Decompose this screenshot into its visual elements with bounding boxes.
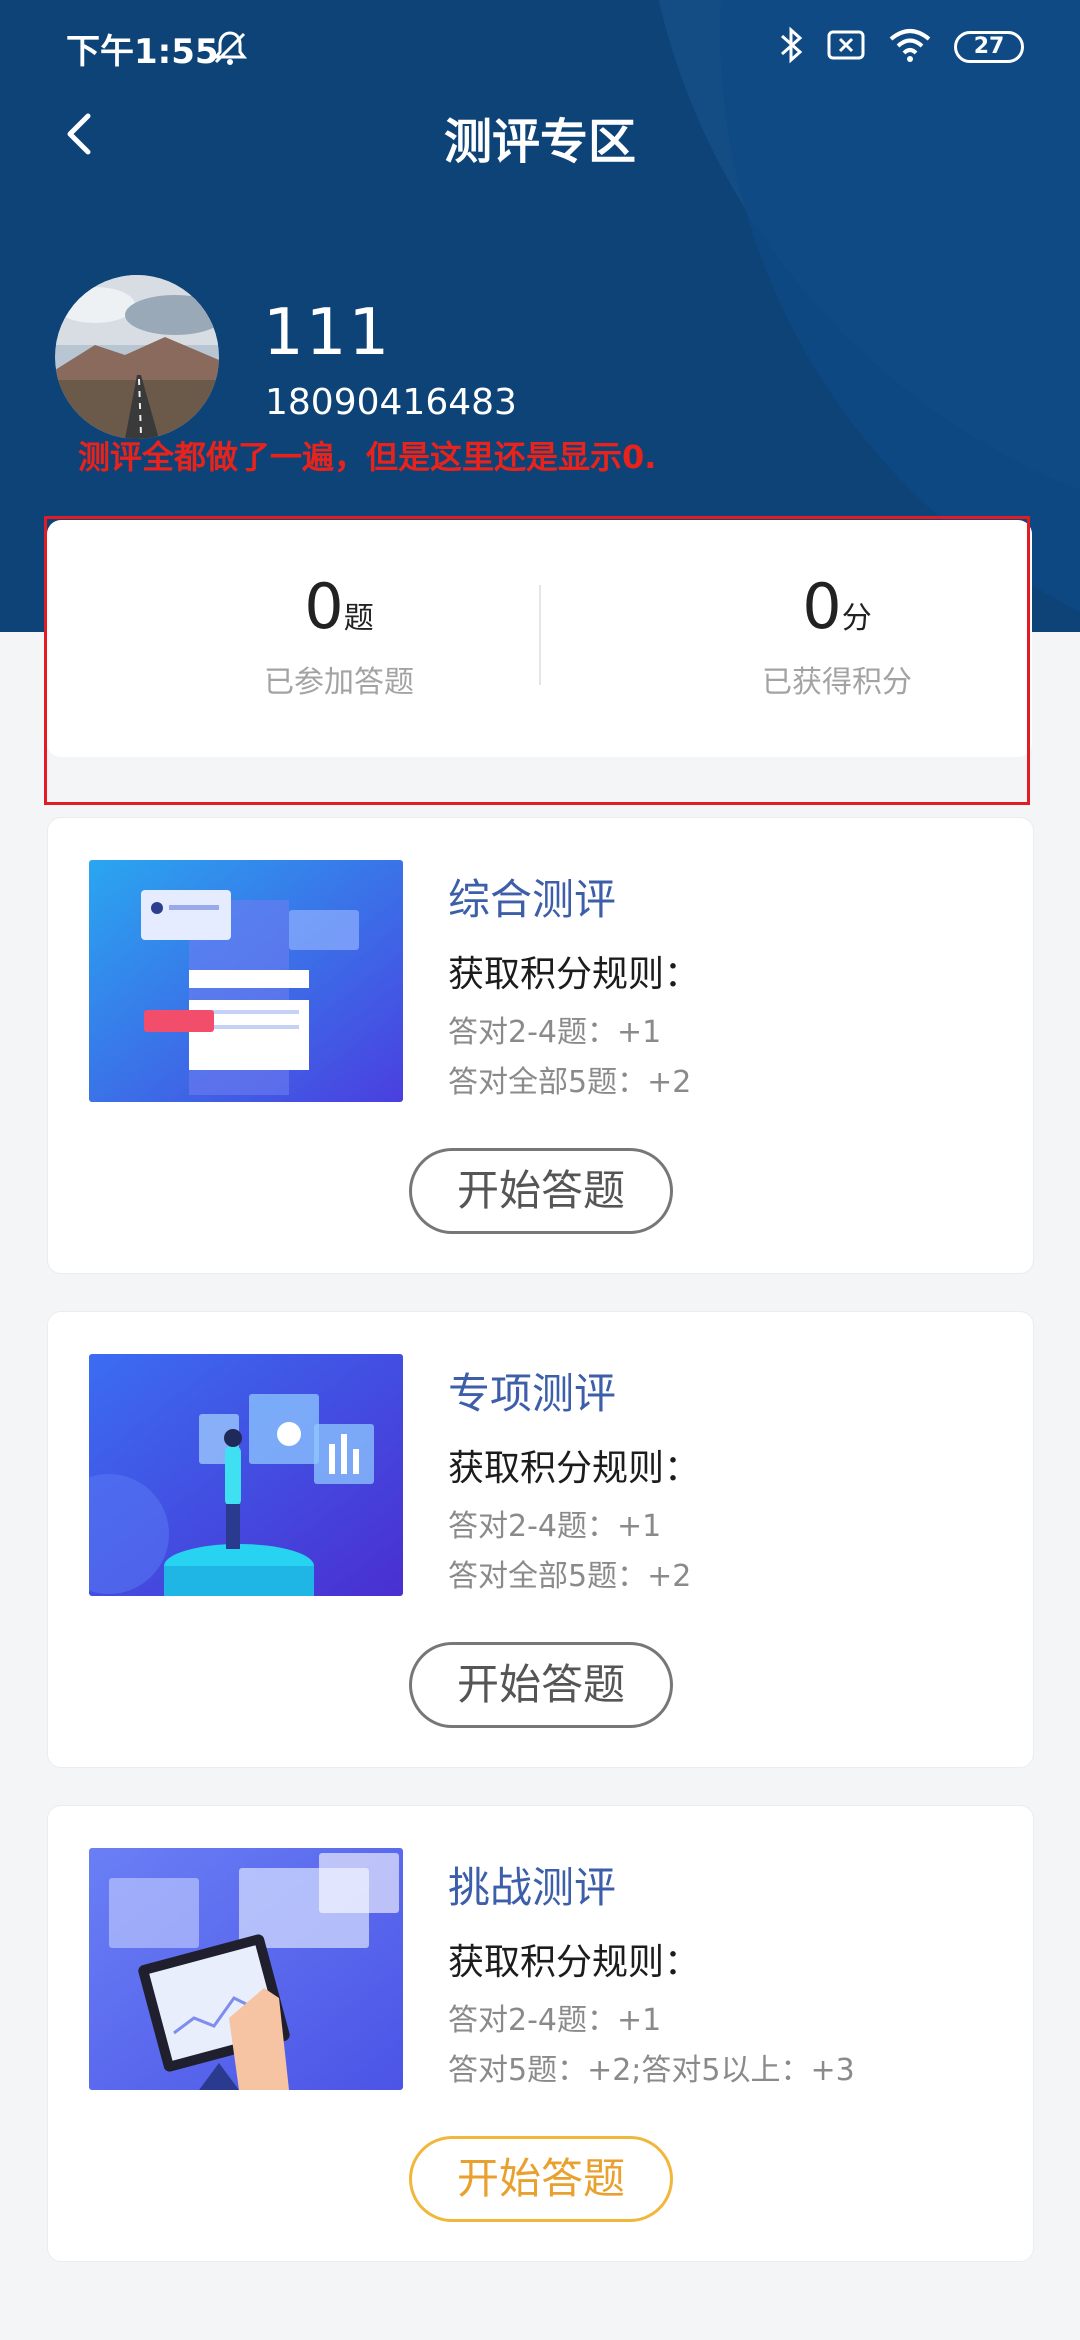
eval-illustration	[89, 1848, 403, 2090]
eval-card-challenge: 挑战测评 获取积分规则： 答对2-4题：+1 答对5题：+2;答对5以上：+3 …	[47, 1805, 1034, 2262]
user-name: 111	[263, 296, 392, 370]
battery-icon: 27	[954, 31, 1024, 63]
eval-rule: 答对2-4题：+1	[448, 1509, 662, 1544]
start-answer-button[interactable]: 开始答题	[409, 2136, 673, 2222]
eval-rule: 答对全部5题：+2	[448, 1065, 692, 1100]
eval-rule: 答对2-4题：+1	[448, 1015, 662, 1050]
start-answer-button[interactable]: 开始答题	[409, 1642, 673, 1728]
eval-title: 挑战测评	[448, 1863, 617, 1912]
eval-rule-title: 获取积分规则：	[448, 954, 701, 995]
user-phone: 18090416483	[265, 382, 517, 423]
eval-title: 综合测评	[448, 875, 617, 924]
eval-rule: 答对5题：+2;答对5以上：+3	[448, 2053, 855, 2088]
eval-rule-title: 获取积分规则：	[448, 1942, 701, 1983]
annotation-text: 测评全都做了一遍，但是这里还是显示0.	[78, 438, 657, 476]
eval-title: 专项测评	[448, 1369, 617, 1418]
wifi-icon	[888, 27, 932, 67]
sim-off-icon	[826, 29, 866, 65]
nav-bar: 测评专区	[0, 92, 1080, 178]
bluetooth-icon	[778, 26, 804, 68]
annotation-highlight-box	[44, 516, 1030, 805]
eval-rule-title: 获取积分规则：	[448, 1448, 701, 1489]
eval-card-special: 专项测评 获取积分规则： 答对2-4题：+1 答对全部5题：+2 开始答题	[47, 1311, 1034, 1768]
eval-illustration	[89, 860, 403, 1102]
status-bar: 下午1:55 27	[0, 0, 1080, 92]
eval-illustration	[89, 1354, 403, 1596]
avatar[interactable]	[55, 275, 219, 439]
eval-rule: 答对全部5题：+2	[448, 1559, 692, 1594]
page-title: 测评专区	[443, 114, 636, 170]
eval-card-comprehensive: 综合测评 获取积分规则： 答对2-4题：+1 答对全部5题：+2 开始答题	[47, 817, 1034, 1274]
bell-muted-icon	[210, 28, 250, 72]
start-answer-button[interactable]: 开始答题	[409, 1148, 673, 1234]
status-time: 下午1:55	[66, 32, 219, 72]
eval-rule: 答对2-4题：+1	[448, 2003, 662, 2038]
